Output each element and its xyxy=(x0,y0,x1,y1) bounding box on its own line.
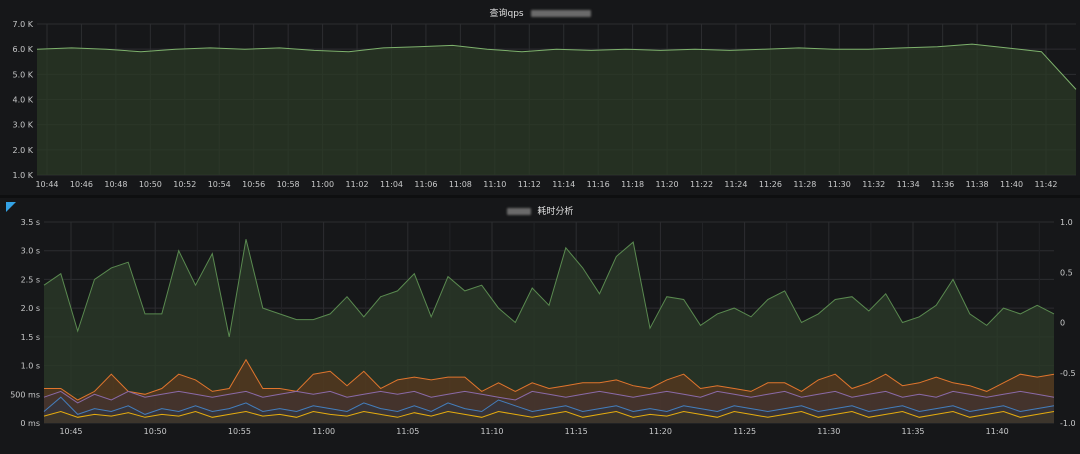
x-tick-label: 11:05 xyxy=(396,427,419,436)
qps-area xyxy=(37,44,1076,175)
x-tick-label: 11:40 xyxy=(1000,180,1023,189)
x-tick-label: 11:16 xyxy=(587,180,610,189)
x-tick-label: 11:10 xyxy=(480,427,503,436)
masked-title-text xyxy=(506,208,531,215)
qps-title-text: 查询qps xyxy=(489,9,524,19)
y-tick-label: 2.0 K xyxy=(12,146,33,155)
x-tick-label: 11:26 xyxy=(759,180,782,189)
x-tick-label: 11:20 xyxy=(649,427,672,436)
y-tick-label: 1.5 s xyxy=(21,333,40,342)
y-tick-label: 1.0 s xyxy=(21,362,40,371)
y-tick-label: 6.0 K xyxy=(12,45,33,54)
x-tick-label: 11:36 xyxy=(931,180,954,189)
x-tick-label: 11:40 xyxy=(986,427,1009,436)
x-tick-label: 11:04 xyxy=(380,180,403,189)
x-tick-label: 11:14 xyxy=(552,180,575,189)
x-tick-label: 11:25 xyxy=(733,427,756,436)
x-tick-label: 10:58 xyxy=(277,180,300,189)
x-tick-label: 11:24 xyxy=(724,180,747,189)
x-tick-label: 11:35 xyxy=(901,427,924,436)
x-tick-label: 11:30 xyxy=(817,427,840,436)
y2-tick-label: -0.5 xyxy=(1060,369,1076,378)
x-tick-label: 11:38 xyxy=(966,180,989,189)
y2-tick-label: -1.0 xyxy=(1060,419,1076,428)
x-tick-label: 10:52 xyxy=(173,180,196,189)
x-tick-label: 11:18 xyxy=(621,180,644,189)
masked-title-text xyxy=(530,10,591,17)
y-tick-label: 500 ms xyxy=(10,390,40,399)
y-tick-label: 2.0 s xyxy=(21,304,40,313)
y-tick-label: 1.0 K xyxy=(12,171,33,180)
x-tick-label: 11:20 xyxy=(656,180,679,189)
x-tick-label: 10:55 xyxy=(228,427,251,436)
x-tick-label: 10:56 xyxy=(242,180,265,189)
latency-chart[interactable]: 0 ms 500 ms 1.0 s 1.5 s 2.0 s 2.5 s 3.0 s 3.5 s… xyxy=(0,198,1080,450)
latency-title-text: 耗时分析 xyxy=(537,207,574,217)
y-tick-label: 4.0 K xyxy=(12,96,33,105)
qps-panel-title[interactable]: 查询qps xyxy=(0,6,1080,19)
x-tick-label: 10:54 xyxy=(208,180,231,189)
y-tick-label: 3.0 s xyxy=(21,247,40,256)
x-tick-label: 11:08 xyxy=(449,180,472,189)
y2-tick-label: 0 xyxy=(1060,319,1065,328)
x-tick-label: 11:32 xyxy=(862,180,885,189)
x-tick-label: 10:48 xyxy=(104,180,127,189)
x-tick-label: 11:00 xyxy=(312,427,335,436)
y2-tick-label: 0.5 xyxy=(1060,268,1073,277)
y-tick-label: 5.0 K xyxy=(12,70,33,79)
qps-panel[interactable]: 查询qps 1.0 K 2.0 K 3.0 K 4.0 K 5.0 K 6.0 K 7.0 … xyxy=(0,0,1080,196)
x-tick-label: 11:02 xyxy=(346,180,369,189)
y-tick-label: 3.5 s xyxy=(21,218,40,227)
x-tick-label: 11:22 xyxy=(690,180,713,189)
x-tick-label: 11:30 xyxy=(828,180,851,189)
x-tick-label: 10:44 xyxy=(35,180,58,189)
y2-tick-label: 1.0 xyxy=(1060,218,1073,227)
x-tick-label: 11:00 xyxy=(311,180,334,189)
y-tick-label: 0 ms xyxy=(20,419,40,428)
x-tick-label: 11:15 xyxy=(565,427,588,436)
latency-panel[interactable]: 耗时分析 0 ms 500 ms 1.0 s 1.5 s 2.0 s 2.5 s 3.0 s… xyxy=(0,198,1080,450)
qps-chart[interactable]: 1.0 K 2.0 K 3.0 K 4.0 K 5.0 K 6.0 K 7.0 K 10:44… xyxy=(0,0,1080,196)
x-tick-label: 11:28 xyxy=(793,180,816,189)
latency-panel-title[interactable]: 耗时分析 xyxy=(0,204,1080,217)
y-tick-label: 2.5 s xyxy=(21,275,40,284)
x-tick-label: 10:50 xyxy=(144,427,167,436)
x-tick-label: 10:46 xyxy=(70,180,93,189)
y-tick-label: 7.0 K xyxy=(12,20,33,29)
x-tick-label: 11:34 xyxy=(897,180,920,189)
y-tick-label: 3.0 K xyxy=(12,121,33,130)
x-tick-label: 11:06 xyxy=(414,180,437,189)
x-tick-label: 11:10 xyxy=(483,180,506,189)
x-tick-label: 11:12 xyxy=(518,180,541,189)
x-tick-label: 10:45 xyxy=(59,427,82,436)
x-tick-label: 11:42 xyxy=(1034,180,1057,189)
x-tick-label: 10:50 xyxy=(139,180,162,189)
